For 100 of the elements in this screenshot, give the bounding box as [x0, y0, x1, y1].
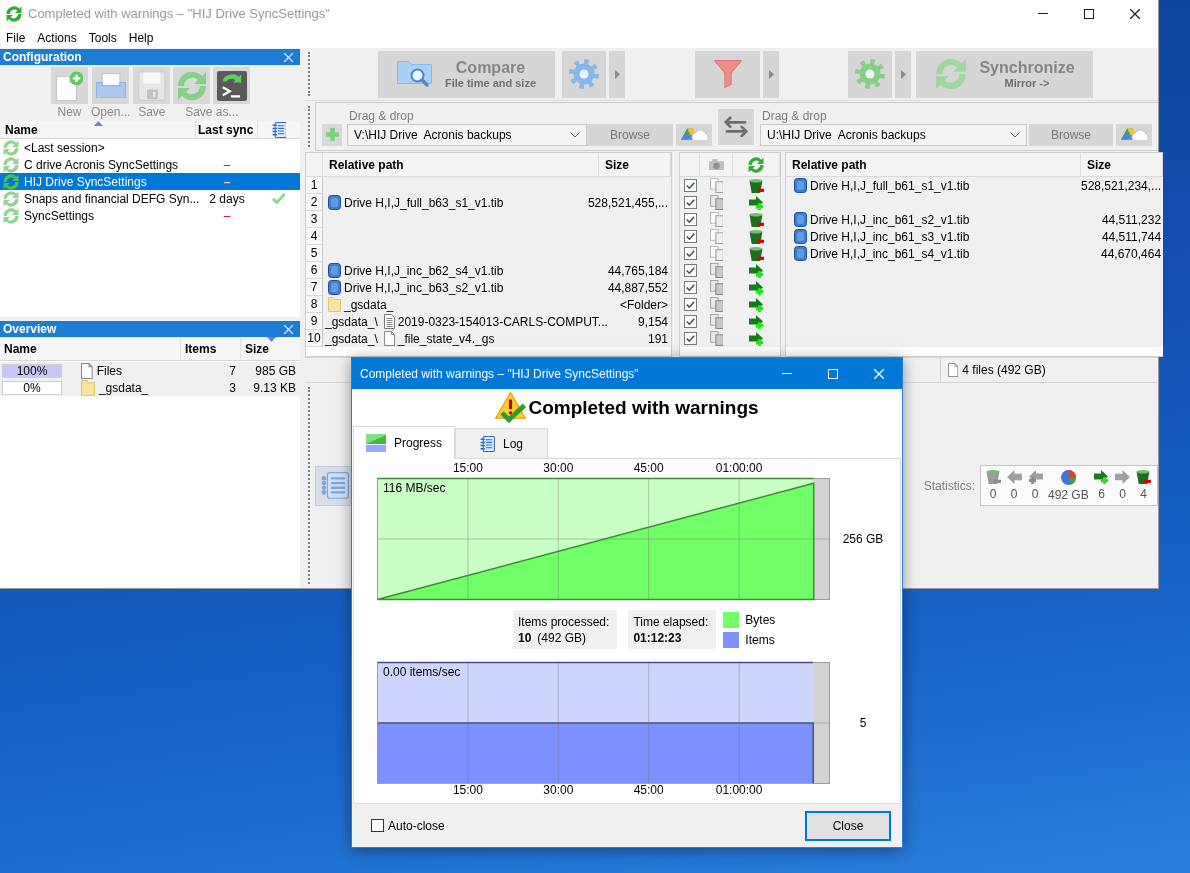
config-row[interactable]: <Last session> [0, 139, 300, 156]
file-name: Drive H,I,J_inc_b61_s3_v1.tib [810, 229, 970, 244]
statistic-value: 0 [1119, 487, 1127, 501]
save-as-batch-button[interactable] [213, 67, 251, 104]
row-number: 9 [306, 313, 323, 330]
settings-button[interactable] [562, 50, 606, 98]
item-name: Files [96, 363, 123, 378]
legend-label: Items [745, 632, 775, 647]
dropdown-button[interactable] [609, 50, 625, 98]
caret-right-icon [614, 69, 620, 79]
checkbox[interactable] [683, 315, 697, 328]
config-row[interactable]: SyncSettings – [0, 207, 300, 224]
arrow-plus-icon [749, 297, 764, 312]
synchronize-button[interactable]: Synchronize Mirror -> [916, 50, 1093, 98]
column-header[interactable]: Size [241, 337, 300, 360]
checkbox[interactable] [683, 298, 697, 311]
swap-button[interactable] [718, 108, 754, 145]
row-number: 2 [306, 194, 323, 211]
file-name: _file_state_v4._gs [397, 331, 495, 346]
path-prefix: _gsdata_\ [325, 314, 378, 329]
drive-icon [794, 178, 807, 193]
statistic-value: 4 [1140, 488, 1148, 501]
sync-icon [3, 139, 19, 156]
path-prefix: _gsdata_\ [325, 331, 378, 346]
stat-value: 01:12:23 [633, 629, 682, 646]
file-name: Drive H,I,J_inc_b63_s2_v1.tib [344, 280, 504, 295]
close-button[interactable] [283, 51, 294, 63]
camera-icon [708, 158, 724, 171]
open-button[interactable] [92, 67, 130, 104]
menu-item[interactable]: Actions [31, 28, 83, 47]
legend-label: Bytes [745, 612, 776, 627]
percent-text: 0% [23, 380, 41, 395]
column-header[interactable]: Size [1081, 153, 1164, 176]
cloud-button[interactable] [676, 123, 712, 146]
caret-right-icon [900, 69, 906, 79]
file-icon [948, 363, 959, 377]
column-header[interactable]: Name [0, 337, 181, 360]
column-header[interactable]: Relative path [786, 153, 1081, 176]
checkbox[interactable] [683, 281, 697, 294]
checkbox[interactable] [683, 247, 697, 260]
file-size: 191 [647, 331, 668, 346]
item-size: 9.13 KB [253, 380, 296, 395]
axis-label: 45:00 [633, 783, 664, 797]
column-header[interactable]: Last sync [196, 121, 258, 138]
file-name: _gsdata_ [344, 297, 394, 312]
percent-text: 100% [16, 363, 48, 378]
list-icon [480, 435, 495, 452]
dropdown-button[interactable] [895, 50, 911, 98]
close-button[interactable] [283, 323, 294, 335]
maximize-icon [1084, 8, 1094, 19]
folder-path-field[interactable]: V:\HIJ Drive Acronis backups [347, 123, 587, 146]
pages-icon [709, 280, 724, 295]
tab[interactable]: Log [455, 428, 549, 458]
axis-label: 15:00 [452, 783, 483, 797]
menu-item[interactable]: Tools [82, 28, 123, 47]
filter-button[interactable] [695, 50, 760, 98]
drive-icon [328, 263, 341, 278]
cloud-button[interactable] [1116, 123, 1152, 146]
pie-chart-icon [1060, 469, 1076, 485]
column-header[interactable]: Name [0, 121, 196, 138]
row-number: 3 [306, 211, 323, 228]
config-row[interactable]: C drive Acronis SyncSettings – [0, 156, 300, 173]
new-file-icon [55, 70, 84, 101]
folder-icon [328, 297, 341, 312]
file-name: Drive H,I,J_inc_b61_s2_v1.tib [810, 212, 970, 227]
drop-hint: Drag & drop [762, 107, 827, 124]
file-name: 2019-0323-154013-CARLS-COMPUT... [397, 314, 608, 329]
axis-label: 45:00 [633, 461, 664, 475]
column-header[interactable]: Size [599, 153, 671, 176]
sync-icon [3, 156, 19, 173]
column-header[interactable]: Relative path [323, 153, 599, 176]
bin-minus-icon [985, 470, 1001, 484]
last-sync-text: – [223, 157, 231, 172]
dropdown-icon [570, 131, 580, 138]
pages-icon [709, 263, 724, 278]
new-button[interactable] [51, 67, 88, 104]
folder-path-field[interactable]: U:\HIJ Drive Acronis backups [760, 123, 1027, 146]
checkbox[interactable] [683, 264, 697, 277]
compare-button[interactable]: Compare File time and size [378, 50, 555, 98]
checkbox[interactable] [683, 179, 697, 192]
toolbar-label: New [57, 105, 82, 120]
checkbox[interactable] [371, 819, 384, 832]
config-row[interactable]: HIJ Drive SyncSettings – [0, 173, 300, 190]
column-header[interactable]: Items [181, 337, 241, 360]
stat-detail: (492 GB) [537, 629, 587, 646]
dropdown-button[interactable] [763, 50, 779, 98]
axis-label: 30:00 [543, 461, 574, 475]
axis-label: 256 GB [842, 532, 884, 546]
tab[interactable]: Progress [353, 426, 456, 459]
checkbox[interactable] [683, 196, 697, 209]
close-button[interactable]: Close [805, 810, 891, 841]
statistic-value: 0 [989, 488, 997, 501]
checkbox[interactable] [683, 332, 697, 345]
file-size: 44,670,464 [1101, 246, 1162, 261]
menu-item[interactable]: File [0, 28, 32, 47]
checkbox[interactable] [683, 213, 697, 226]
menu-item[interactable]: Help [122, 28, 160, 47]
checkbox[interactable] [683, 230, 697, 243]
config-row[interactable]: Snaps and financial DEFG Syn... 2 days [0, 190, 300, 207]
drop-hint: Drag & drop [349, 107, 414, 124]
